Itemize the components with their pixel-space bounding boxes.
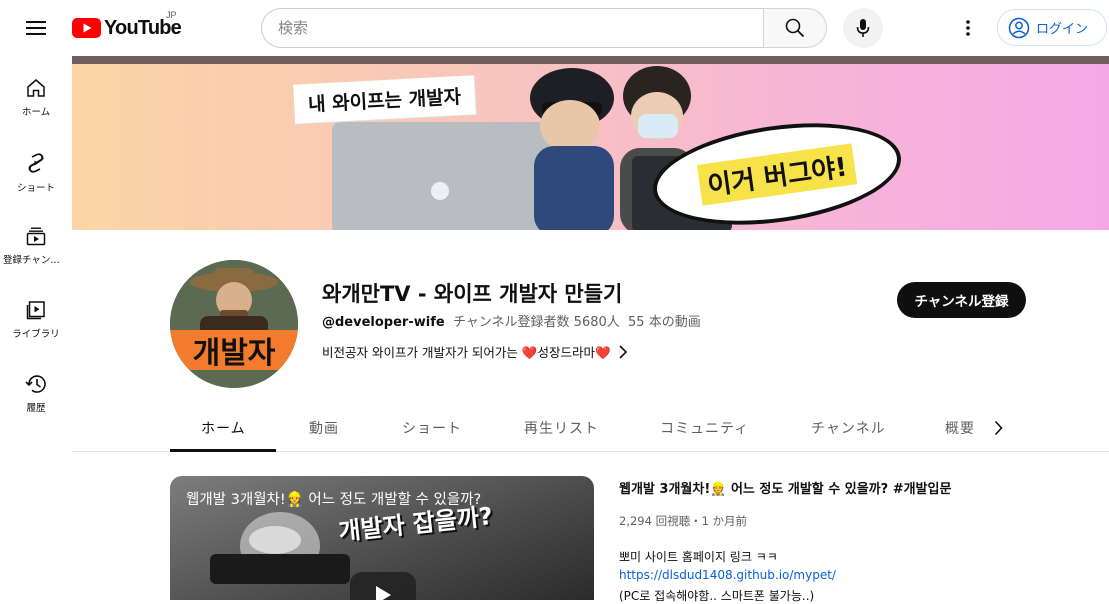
avatar-text: 개발자 [170, 330, 298, 371]
featured-video-stats: 2,294 回視聴・1 か月前 [619, 514, 748, 528]
tab-home[interactable]: ホーム [201, 418, 246, 438]
home-icon [27, 79, 45, 97]
library-icon [26, 301, 45, 320]
region-code: JP [166, 10, 177, 20]
featured-video-description-line: (PC로 접속해야함.. 스마트폰 불가능..) [619, 589, 815, 603]
featured-video-title[interactable]: 웹개발 3개월차!👷 어느 정도 개발할 수 있을까? #개발입문 [619, 478, 951, 497]
sidebar-item-label: ショート [16, 183, 55, 194]
chevron-right-icon [994, 420, 1003, 436]
youtube-logo[interactable]: YouTube [72, 14, 182, 42]
more-vertical-icon [966, 20, 970, 36]
search-button[interactable] [763, 8, 827, 48]
sidebar-item-label: ライブラリ [12, 329, 60, 340]
subscribe-button[interactable]: チャンネル登録 [897, 282, 1026, 318]
tab-playlists[interactable]: 再生リスト [524, 418, 599, 438]
microphone-icon [856, 19, 870, 37]
featured-video-description-link[interactable]: https://dlsdud1408.github.io/mypet/ [619, 568, 836, 582]
subscriber-count: チャンネル登録者数 5680人 [452, 315, 620, 330]
login-button[interactable]: ログイン [997, 9, 1107, 46]
channel-banner: 내 와이프는 개발자 이거 버그야! [72, 56, 1109, 230]
featured-video-player[interactable]: 웹개발 3개월차!👷 어느 정도 개발할 수 있을까? 개발자 잡을까? [170, 476, 594, 600]
active-tab-indicator [170, 449, 276, 452]
account-circle-icon [1008, 17, 1030, 38]
history-icon [25, 375, 46, 393]
video-count: 55 本の動画 [628, 315, 701, 330]
menu-icon[interactable] [16, 8, 56, 48]
sidebar-item-library[interactable]: ライブラリ [0, 278, 72, 352]
subscriptions-icon [26, 227, 46, 246]
tab-shorts[interactable]: ショート [402, 418, 462, 438]
shorts-icon [28, 153, 44, 173]
featured-video-description-line: 뽀미 사이트 홈페이지 링크 ㅋㅋ [619, 550, 778, 564]
search-icon [785, 18, 805, 38]
settings-menu-button[interactable] [948, 8, 988, 48]
channel-handle: @developer-wife [322, 315, 445, 330]
sidebar-item-history[interactable]: 履歴 [0, 352, 72, 426]
tab-about[interactable]: 概要 [945, 418, 975, 438]
login-label: ログイン [1036, 22, 1089, 37]
voice-search-button[interactable] [843, 8, 883, 48]
search-bar [261, 8, 827, 48]
channel-description-link[interactable]: 비전공자 와이프가 개발자가 되어가는 ❤️성장드라마❤️ [322, 342, 627, 361]
tabs-scroll-next-button[interactable] [986, 416, 1010, 440]
sidebar-item-shorts[interactable]: ショート [0, 130, 72, 204]
sidebar-item-label: ホーム [21, 107, 51, 118]
sidebar-item-label: 履歴 [26, 403, 46, 414]
search-input[interactable] [261, 8, 763, 48]
tab-community[interactable]: コミュニティ [660, 418, 749, 438]
channel-title: 와개만TV - 와이프 개발자 만들기 [322, 282, 623, 306]
channel-tabs: ホーム 動画 ショート 再生リスト コミュニティ チャンネル 概要 [72, 406, 1109, 452]
tab-channels[interactable]: チャンネル [811, 418, 886, 438]
tab-videos[interactable]: 動画 [309, 418, 339, 438]
channel-description: 비전공자 와이프가 개발자가 되어가는 ❤️성장드라마❤️ [322, 345, 611, 360]
banner-illustration [332, 66, 732, 230]
sidebar-item-subscriptions[interactable]: 登録チャンネル [0, 204, 72, 278]
top-bar: YouTube JP ログイン [0, 0, 1109, 56]
banner-bubble-text: 이거 버그야! [696, 142, 858, 206]
play-button[interactable] [350, 572, 416, 600]
channel-meta: @developer-wife チャンネル登録者数 5680人 55 本の動画 [322, 311, 701, 330]
sidebar: ホーム ショート 登録チャンネル ライブラリ 履歴 [0, 56, 72, 600]
sidebar-item-home[interactable]: ホーム [0, 56, 72, 130]
play-icon [376, 586, 391, 600]
sidebar-item-label: 登録チャンネル [3, 255, 69, 266]
chevron-right-icon [618, 344, 627, 359]
channel-avatar[interactable]: 개발자 [170, 260, 298, 388]
youtube-play-logo-icon [72, 18, 101, 38]
